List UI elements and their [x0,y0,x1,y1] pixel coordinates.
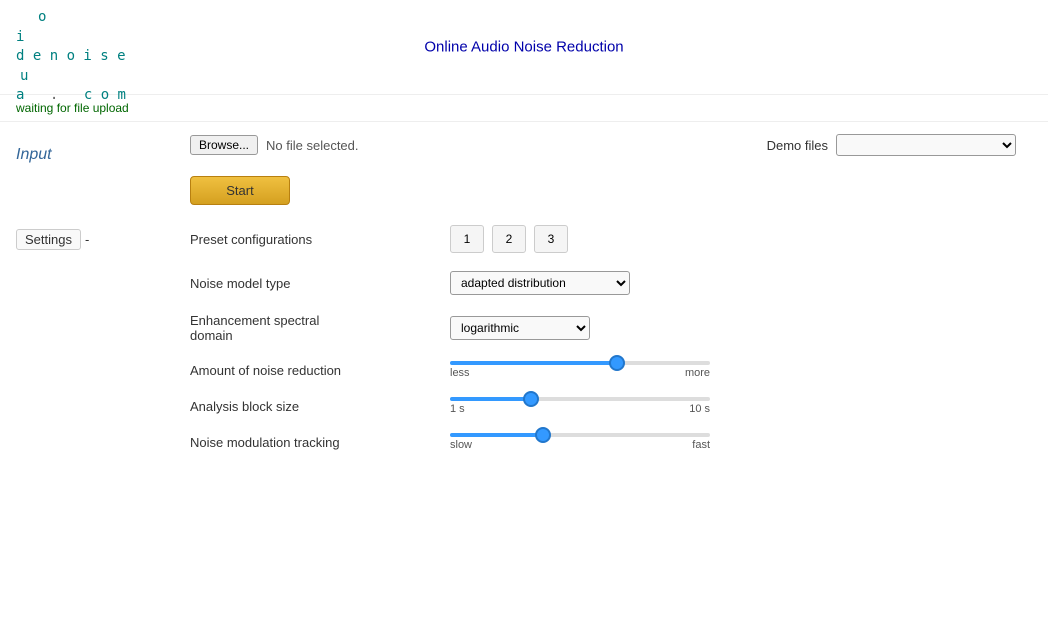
settings-button[interactable]: Settings [16,229,81,250]
demo-files-select[interactable] [836,134,1016,156]
logo-u: u [20,67,126,87]
logo-line2: i [16,29,24,45]
block-size-control: 1 s 10 s [450,397,1032,415]
noise-reduction-control: less more [450,361,1032,379]
modulation-slider[interactable] [450,433,710,437]
preset-button-1[interactable]: 1 [450,225,484,253]
settings-grid: Preset configurations 1 2 3 Noise model … [190,225,1032,451]
noise-reduction-min: less [450,367,470,379]
preset-button-3[interactable]: 3 [534,225,568,253]
site-title: Online Audio Noise Reduction [424,39,623,56]
block-size-slider[interactable] [450,397,710,401]
logo-denoise: d e n o i s e [16,47,126,67]
noise-model-select[interactable]: adapted distribution stationary [450,271,630,295]
header: o i d e n o i s e u a . c o m Online Aud… [0,0,1048,95]
noise-reduction-slider[interactable] [450,361,710,365]
block-size-max: 10 s [689,403,710,415]
modulation-min: slow [450,439,472,451]
input-section-label: Input [16,146,52,163]
logo-dot: . [50,86,58,106]
spectral-label: Enhancement spectral domain [190,313,450,343]
modulation-label: Noise modulation tracking [190,435,450,450]
spectral-select[interactable]: logarithmic linear [450,316,590,340]
status-bar: waiting for file upload [0,95,1048,122]
logo: o i d e n o i s e u a . c o m [16,8,126,106]
logo-line1: o [38,8,126,28]
noise-reduction-max: more [685,367,710,379]
preset-label: Preset configurations [190,232,450,247]
preset-buttons: 1 2 3 [450,225,1032,253]
block-size-label: Analysis block size [190,399,450,414]
modulation-control: slow fast [450,433,1032,451]
browse-button[interactable]: Browse... [190,135,258,155]
start-button[interactable]: Start [190,176,290,205]
noise-model-control: adapted distribution stationary [450,271,1032,295]
file-name-label: No file selected. [266,138,359,153]
demo-files-label: Demo files [767,138,828,153]
spectral-control: logarithmic linear [450,316,1032,340]
modulation-max: fast [692,439,710,451]
logo-bottom: a . c o m [16,86,126,106]
settings-dash: - [85,232,89,247]
preset-button-2[interactable]: 2 [492,225,526,253]
noise-reduction-label: Amount of noise reduction [190,363,450,378]
block-size-min: 1 s [450,403,465,415]
logo-a: a [16,86,24,106]
logo-com: c o m [84,86,126,106]
noise-model-label: Noise model type [190,276,450,291]
